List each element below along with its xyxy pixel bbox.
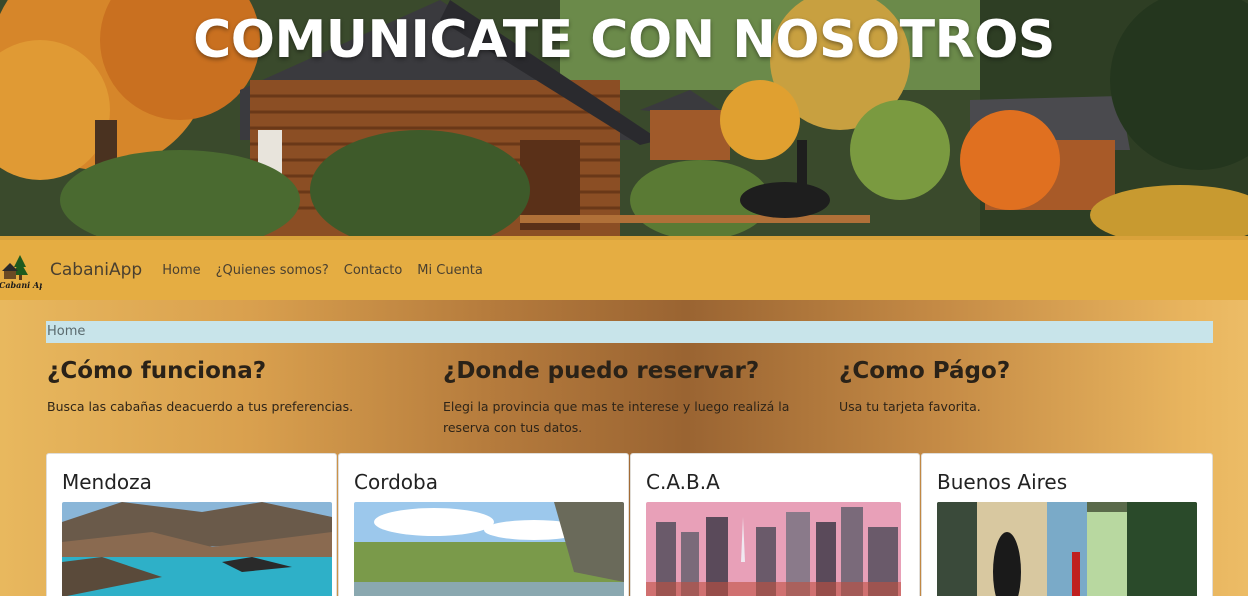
card-title: Cordoba xyxy=(354,470,438,494)
caba-photo[interactable] xyxy=(646,502,901,596)
brand-name[interactable]: CabaniApp xyxy=(50,260,142,280)
nav-link-home[interactable]: Home xyxy=(162,263,200,278)
logo-text: Cabani App xyxy=(0,280,42,290)
cabaniapp-logo[interactable]: Cabani App xyxy=(0,249,51,291)
info-text: Usa tu tarjeta favorita. xyxy=(839,399,981,414)
mendoza-photo[interactable] xyxy=(62,502,332,596)
info-title: ¿Cómo funciona? xyxy=(47,358,267,384)
info-donde-reservar: ¿Donde puedo reservar? Elegi la provinci… xyxy=(443,358,803,438)
info-como-pago: ¿Como Págo? Usa tu tarjeta favorita. xyxy=(839,358,1199,417)
hero-banner: COMUNICATE CON NOSOTROS xyxy=(0,0,1248,236)
breadcrumb: Home xyxy=(46,321,1213,343)
province-card-mendoza[interactable]: Mendoza xyxy=(46,453,337,596)
nav-link-quienes-somos[interactable]: ¿Quienes somos? xyxy=(216,263,329,278)
card-title: Mendoza xyxy=(62,470,152,494)
info-text: Busca las cabañas deacuerdo a tus prefer… xyxy=(47,399,354,414)
buenos-aires-photo[interactable] xyxy=(937,502,1197,596)
cordoba-photo[interactable] xyxy=(354,502,624,596)
breadcrumb-home[interactable]: Home xyxy=(47,324,85,339)
nav-link-mi-cuenta[interactable]: Mi Cuenta xyxy=(417,263,483,278)
navbar: Cabani App CabaniApp Home ¿Quienes somos… xyxy=(0,236,1248,300)
nav-link-contacto[interactable]: Contacto xyxy=(344,263,403,278)
province-card-buenos-aires[interactable]: Buenos Aires xyxy=(921,453,1213,596)
info-text: Elegi la provincia que mas te interese y… xyxy=(443,399,790,435)
hero-title: COMUNICATE CON NOSOTROS xyxy=(193,10,1055,70)
province-card-cordoba[interactable]: Cordoba xyxy=(338,453,629,596)
info-title: ¿Como Págo? xyxy=(839,358,1011,384)
info-title: ¿Donde puedo reservar? xyxy=(443,358,760,384)
cabin-logo-icon: Cabani App xyxy=(0,255,51,290)
card-title: C.A.B.A xyxy=(646,470,720,494)
province-card-caba[interactable]: C.A.B.A xyxy=(630,453,920,596)
info-como-funciona: ¿Cómo funciona? Busca las cabañas deacue… xyxy=(47,358,407,417)
card-title: Buenos Aires xyxy=(937,470,1068,494)
